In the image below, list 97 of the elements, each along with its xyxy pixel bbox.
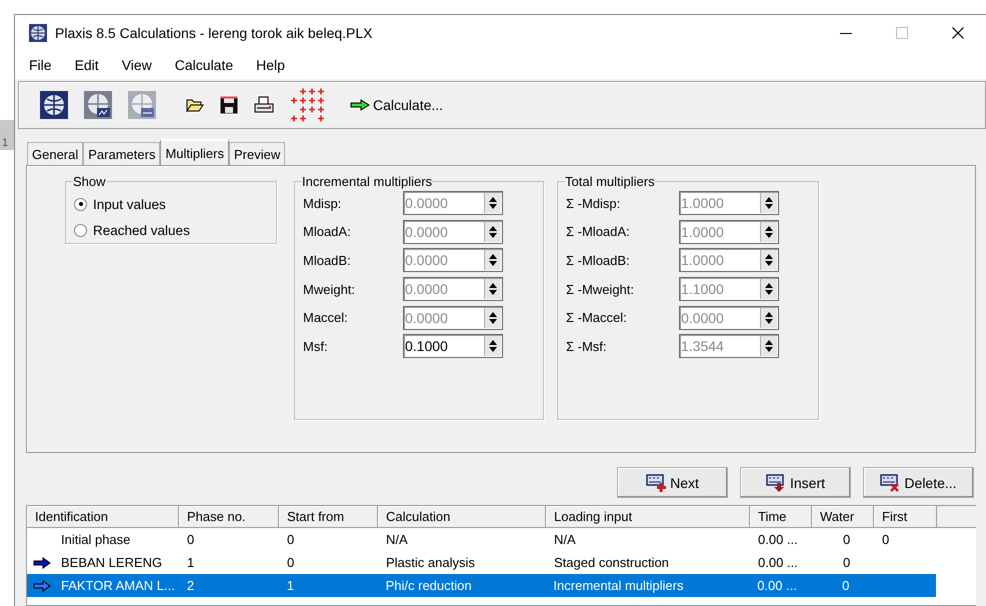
group-title: Show bbox=[73, 174, 106, 189]
table-cell-text: Initial phase bbox=[60, 532, 132, 547]
menu-item[interactable]: View bbox=[114, 57, 167, 73]
up-down-arrows-icon bbox=[487, 338, 499, 354]
table-cell-text: 1 bbox=[286, 578, 295, 593]
maximize-icon bbox=[896, 27, 908, 39]
up-down-arrows-icon bbox=[763, 224, 775, 240]
table-cell-text: N/A bbox=[553, 532, 577, 547]
calculate-button[interactable]: Calculate... bbox=[350, 97, 444, 113]
background-text: 1 bbox=[1, 137, 8, 149]
column-header[interactable]: Start from bbox=[279, 506, 378, 527]
up-down-arrows-icon bbox=[487, 224, 499, 240]
spin-field[interactable]: 0.1000 bbox=[403, 334, 503, 358]
table-cell-text: 0 bbox=[841, 578, 850, 593]
table-cell-text: 0 bbox=[286, 555, 296, 570]
group-title: Total multipliers bbox=[565, 174, 655, 189]
field-label: Maccel: bbox=[303, 310, 349, 326]
radio-option[interactable]: Reached values bbox=[74, 217, 268, 243]
table-cell-text: Incremental multipliers bbox=[552, 578, 684, 593]
field-label: MloadA: bbox=[303, 224, 352, 240]
globe-chart-icon[interactable] bbox=[128, 91, 156, 119]
up-down-arrows-icon bbox=[763, 195, 775, 212]
field-label: Σ -MloadB: bbox=[566, 252, 631, 268]
radio-option[interactable]: Input values bbox=[74, 191, 268, 217]
table-cell-text: Phi/c reduction bbox=[384, 578, 473, 593]
tab[interactable]: General bbox=[27, 142, 84, 165]
menu-item[interactable]: File bbox=[21, 57, 67, 73]
column-header[interactable]: Water bbox=[812, 506, 874, 527]
globe-icon[interactable] bbox=[40, 91, 68, 119]
field-label: Msf: bbox=[303, 338, 329, 354]
arrow-right-icon bbox=[32, 580, 51, 592]
field-label: Σ -Mdisp: bbox=[566, 196, 622, 211]
menu-item[interactable]: Edit bbox=[66, 57, 114, 73]
table-cell-text: Staged construction bbox=[553, 555, 670, 570]
globe-icon bbox=[29, 24, 47, 42]
add-row-icon bbox=[646, 474, 668, 492]
column-header[interactable]: Identification bbox=[27, 506, 179, 527]
up-down-arrows-icon bbox=[763, 338, 775, 354]
table-row[interactable]: BEBAN LERENG 1 0 Plastic analysis Staged construction 0.00 ... 0 bbox=[27, 551, 976, 574]
save-icon[interactable] bbox=[220, 96, 238, 114]
field-label: Σ -MloadA: bbox=[566, 224, 631, 240]
insert-button[interactable]: Insert bbox=[740, 467, 851, 498]
next-button[interactable]: Next bbox=[617, 467, 728, 498]
folder-icon[interactable] bbox=[186, 98, 204, 112]
arrow-right-icon bbox=[350, 99, 370, 111]
printer-icon[interactable] bbox=[254, 96, 274, 114]
radio-label: Input values bbox=[93, 196, 166, 212]
table-row[interactable]: FAKTOR AMAN L... 2 1 Phi/c reduction Incremental multipliers 0.00 ... 0 bbox=[27, 574, 936, 597]
field-label: MloadB: bbox=[303, 252, 352, 268]
globe-chart-icon[interactable] bbox=[84, 91, 112, 119]
up-down-arrows-icon bbox=[487, 310, 499, 326]
tab[interactable]: Parameters bbox=[83, 142, 160, 165]
radio-label: Reached values bbox=[93, 222, 190, 238]
tab[interactable]: Preview bbox=[228, 142, 286, 165]
field-label: Mweight: bbox=[303, 282, 356, 297]
tab[interactable]: Multipliers bbox=[160, 139, 229, 166]
table-cell-text: 0.00 ... bbox=[756, 578, 798, 593]
field-label: Σ -Msf: bbox=[566, 338, 608, 354]
field-label: Mdisp: bbox=[303, 196, 342, 211]
up-down-arrows-icon bbox=[487, 281, 499, 298]
table-cell-text: FAKTOR AMAN L... bbox=[60, 578, 176, 593]
point-grid-icon[interactable] bbox=[290, 87, 326, 123]
table-cell-text: 0 bbox=[881, 532, 890, 547]
radio-button[interactable] bbox=[74, 198, 87, 210]
table-row[interactable]: Initial phase 0 0 N/A N/A 0.00 ... 0 0 bbox=[27, 528, 976, 551]
window-title: Plaxis 8.5 Calculations - lereng torok aik beleq.PLX bbox=[55, 25, 373, 41]
column-header[interactable]: Calculation bbox=[378, 506, 546, 527]
field-label: Σ -Mweight: bbox=[566, 282, 635, 297]
up-down-arrows-icon bbox=[763, 281, 775, 298]
table-cell-text: 0 bbox=[286, 532, 296, 547]
up-down-arrows-icon bbox=[487, 195, 499, 212]
table-cell-text: BEBAN LERENG bbox=[60, 555, 164, 570]
menu-item[interactable]: Help bbox=[248, 57, 300, 73]
column-header[interactable]: Loading input bbox=[546, 506, 750, 527]
table-cell-text: 2 bbox=[186, 578, 196, 593]
menu-item[interactable]: Calculate bbox=[166, 57, 248, 73]
table-cell-text: 1 bbox=[186, 555, 196, 570]
up-down-arrows-icon bbox=[763, 252, 775, 268]
group-title: Incremental multipliers bbox=[302, 174, 432, 189]
field-label: Σ -Maccel: bbox=[566, 310, 628, 326]
table-cell-text: Plastic analysis bbox=[385, 555, 476, 570]
column-header[interactable]: Phase no. bbox=[179, 506, 279, 527]
spin-button[interactable] bbox=[484, 336, 501, 356]
column-header[interactable]: Time bbox=[750, 506, 812, 527]
table-cell-text: N/A bbox=[385, 532, 409, 547]
up-down-arrows-icon bbox=[763, 310, 775, 326]
table-cell-text: 0 bbox=[842, 555, 852, 570]
table-cell-text: 0.00 ... bbox=[757, 532, 799, 547]
column-header[interactable]: First bbox=[874, 506, 937, 527]
table-cell-text: 0.00 ... bbox=[757, 555, 799, 570]
delete-button[interactable]: Delete... bbox=[863, 467, 974, 498]
table-cell-text: 0 bbox=[186, 532, 196, 547]
up-down-arrows-icon bbox=[487, 252, 499, 268]
arrow-right-icon bbox=[33, 556, 51, 568]
table-cell-text: 0 bbox=[842, 532, 852, 547]
close-icon bbox=[952, 27, 964, 39]
radio-button[interactable] bbox=[74, 224, 87, 236]
